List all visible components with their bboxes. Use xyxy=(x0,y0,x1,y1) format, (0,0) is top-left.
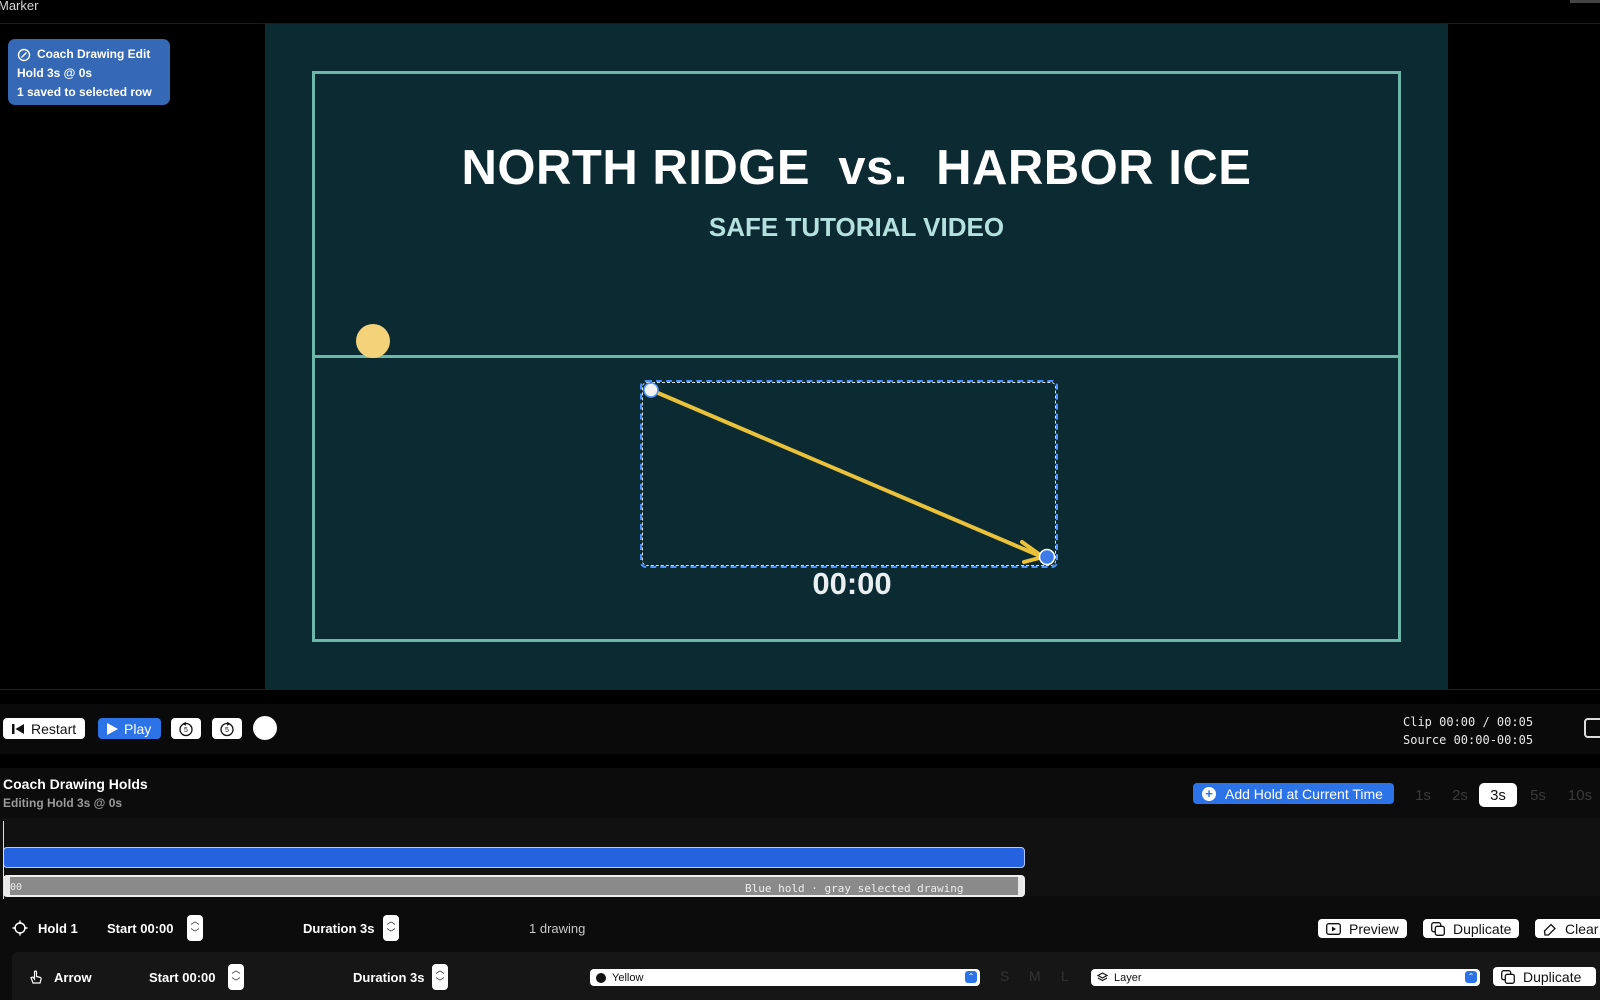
hold-start: Start 00:00 xyxy=(107,921,174,936)
duplicate-icon xyxy=(1501,969,1515,984)
drawing-duration: Duration 3s xyxy=(353,970,425,985)
drawing-bar-gray[interactable]: 00 Blue hold · gray selected drawing xyxy=(3,875,1025,897)
timeline-legend-note: Blue hold · gray selected drawing xyxy=(745,882,964,895)
duration-option-3s[interactable]: 3s xyxy=(1479,783,1517,807)
hold-duration: Duration 3s xyxy=(303,921,375,936)
size-option-l[interactable]: L xyxy=(1061,968,1069,984)
window-titlebar: Marker xyxy=(0,0,1600,24)
add-hold-button[interactable]: + Add Hold at Current Time xyxy=(1193,783,1394,804)
clear-label: Clear xyxy=(1565,920,1599,937)
clip-info: Clip 00:00 / 00:05 Source 00:00-00:05 xyxy=(1403,713,1533,749)
chevron-down-icon: ⌃ xyxy=(965,971,977,983)
skip-back-button[interactable]: 5 xyxy=(171,718,201,739)
play-icon xyxy=(107,722,118,735)
restart-label: Restart xyxy=(31,720,77,737)
preview-button[interactable]: Preview xyxy=(1318,919,1407,938)
duration-option-5s[interactable]: 5s xyxy=(1526,783,1550,807)
video-subtitle: SAFE TUTORIAL VIDEO xyxy=(708,212,1005,242)
eraser-icon xyxy=(1543,923,1556,936)
drawing-start: Start 00:00 xyxy=(149,970,216,985)
video-timestamp: 00:00 xyxy=(812,566,892,601)
window-title: Marker xyxy=(0,0,39,13)
clip-time: Clip 00:00 / 00:05 xyxy=(1403,715,1534,729)
clear-button[interactable]: Clear xyxy=(1535,919,1600,938)
record-dot-icon[interactable] xyxy=(253,716,277,740)
drawing-duplicate-button[interactable]: Duplicate xyxy=(1493,967,1596,986)
svg-text:5: 5 xyxy=(225,727,229,734)
court-midline xyxy=(312,355,1401,358)
drawing-selection-inner xyxy=(642,382,1056,566)
drawing-duplicate-label: Duplicate xyxy=(1523,968,1582,985)
play-button[interactable]: Play xyxy=(98,718,161,739)
crosshair-icon xyxy=(12,920,28,936)
color-select-value: Yellow xyxy=(612,971,644,984)
duration-option-2s[interactable]: 2s xyxy=(1448,783,1472,807)
drawing-start-stepper[interactable]: ︿ ﹀ xyxy=(228,964,244,990)
duration-option-10s[interactable]: 10s xyxy=(1564,783,1596,807)
edit-badge-title: Coach Drawing Edit xyxy=(37,47,151,61)
size-option-m[interactable]: M xyxy=(1029,968,1041,984)
drawing-duration-stepper[interactable]: ︿ ﹀ xyxy=(432,964,448,990)
source-range: Source 00:00-00:05 xyxy=(1403,733,1534,747)
color-select[interactable]: Yellow ⌃ xyxy=(590,969,980,986)
timeline-playhead[interactable] xyxy=(3,821,4,899)
hold-duplicate-button[interactable]: Duplicate xyxy=(1423,919,1520,938)
play-label: Play xyxy=(124,720,152,737)
chevron-down-icon: ⌃ xyxy=(1465,971,1477,983)
holds-panel-subtitle: Editing Hold 3s @ 0s xyxy=(3,796,123,810)
hold-drawing-count: 1 drawing xyxy=(529,921,586,936)
window-control[interactable] xyxy=(1570,0,1600,3)
holds-panel-title: Coach Drawing Holds xyxy=(3,776,148,792)
restart-button[interactable]: Restart xyxy=(3,718,86,739)
hold-duplicate-label: Duplicate xyxy=(1453,920,1512,937)
color-swatch-icon xyxy=(596,972,606,983)
timeline-start-label: 00 xyxy=(10,882,23,893)
preview-icon xyxy=(1326,922,1341,935)
plus-icon: + xyxy=(1202,786,1216,801)
layers-icon xyxy=(1097,972,1108,982)
edit-badge-hold: Hold 3s @ 0s xyxy=(17,66,93,80)
restart-icon xyxy=(12,723,24,734)
ball-marker xyxy=(356,324,390,358)
layer-select-value: Layer xyxy=(1114,971,1142,984)
drawing-bar-right-handle[interactable] xyxy=(1018,877,1023,895)
hold-duration-stepper[interactable]: ︿ ﹀ xyxy=(383,915,399,941)
size-option-s[interactable]: S xyxy=(1000,968,1009,984)
panel-toggle-icon[interactable] xyxy=(1584,718,1600,738)
coach-drawing-edit-badge: Coach Drawing Edit Hold 3s @ 0s 1 saved … xyxy=(8,39,170,105)
skip-back-5-icon: 5 xyxy=(179,721,193,736)
layer-select[interactable]: Layer ⌃ xyxy=(1091,969,1480,986)
pointer-hand-icon xyxy=(30,970,42,984)
preview-label: Preview xyxy=(1349,920,1399,937)
skip-forward-5-icon: 5 xyxy=(220,721,234,736)
edit-target-icon xyxy=(17,48,31,61)
duplicate-icon xyxy=(1431,921,1445,936)
skip-forward-button[interactable]: 5 xyxy=(212,718,242,739)
match-title: NORTH RIDGE vs. HARBOR ICE xyxy=(461,141,1252,195)
edit-badge-saved: 1 saved to selected row xyxy=(17,85,152,99)
duration-option-1s[interactable]: 1s xyxy=(1413,783,1433,807)
hold-start-stepper[interactable]: ︿ ﹀ xyxy=(187,915,203,941)
hold-bar-blue[interactable] xyxy=(3,847,1025,868)
add-hold-label: Add Hold at Current Time xyxy=(1225,785,1383,802)
hold-name: Hold 1 xyxy=(38,921,78,936)
svg-text:5: 5 xyxy=(184,727,188,734)
drawing-tool-name: Arrow xyxy=(54,970,92,985)
